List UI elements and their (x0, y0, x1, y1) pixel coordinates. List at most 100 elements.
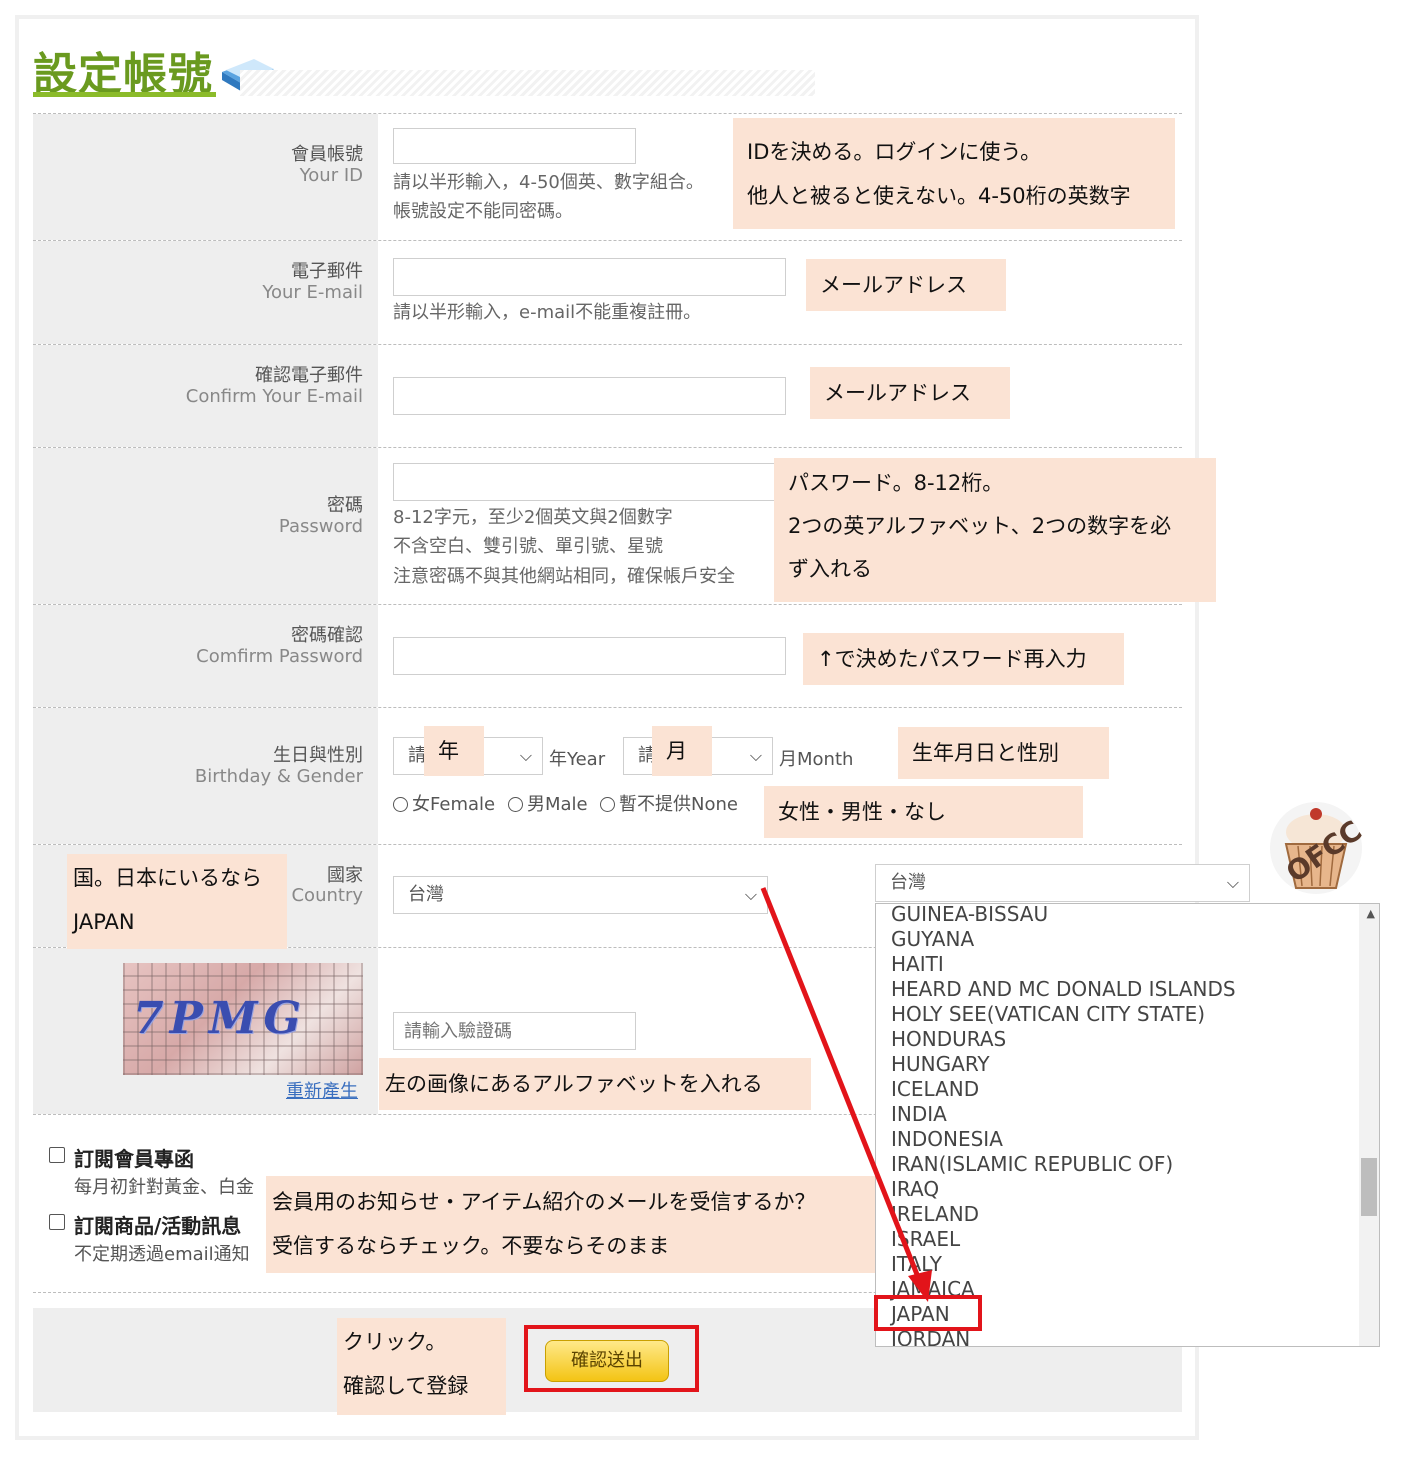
confirm-password-label: 密碼確認 (291, 625, 363, 646)
country-annotation-line: JAPAN (73, 910, 135, 934)
dropdown-option[interactable]: HONDURAS (891, 1027, 1006, 1051)
gender-none-option[interactable]: 暫不提供None (600, 790, 738, 816)
country-select[interactable]: 台灣 ⌵ (393, 876, 768, 914)
gender-none-label: 暫不提供None (619, 794, 738, 815)
confirm-email-input[interactable] (393, 377, 786, 415)
dropdown-option[interactable]: GUYANA (891, 927, 974, 951)
country-annotation: 国。日本にいるなら JAPAN (67, 854, 287, 949)
country-annotation-line: 国。日本にいるなら (73, 866, 262, 890)
captcha-image: 7PMG (123, 963, 363, 1075)
password-hint-3: 注意密碼不與其他網站相同，確保帳戶安全 (393, 566, 735, 587)
password-hint-2: 不含空白、雙引號、單引號、星號 (393, 536, 663, 557)
title-stripe (240, 70, 815, 96)
dropdown-option[interactable]: INDONESIA (891, 1127, 1003, 1151)
submit-annotation-line: 確認して登録 (343, 1374, 469, 1398)
password-label: 密碼 (327, 495, 363, 516)
newsletter-checkbox-box[interactable] (49, 1147, 65, 1163)
promotions-desc: 不定期透過email通知 (74, 1244, 250, 1265)
confirm-email-label: 確認電子郵件 (255, 365, 363, 386)
captcha-image-text: 7PMG (133, 993, 307, 1044)
radio-female[interactable] (393, 797, 408, 812)
scroll-up-arrow-icon[interactable]: ▲ (1367, 907, 1375, 920)
password-input[interactable] (393, 463, 786, 501)
chevron-down-icon: ⌵ (744, 885, 757, 904)
country-select-value: 台灣 (408, 884, 444, 905)
id-annotation-line: IDを決める。ログインに使う。 (747, 140, 1042, 164)
dropdown-option[interactable]: ITALY (891, 1252, 942, 1276)
title-underline (33, 92, 216, 97)
email-label-en: Your E-mail (262, 282, 363, 303)
japan-highlight-box (874, 1295, 982, 1331)
gender-male-label: 男Male (527, 794, 588, 815)
country-dropdown-select[interactable]: 台灣 ⌵ (875, 864, 1250, 902)
promotions-checkbox[interactable] (49, 1213, 65, 1232)
confirm-password-annotation: ↑で決めたパスワード再入力 (803, 633, 1124, 685)
country-dropdown-list[interactable]: GUINEA-BISSAU GUYANA HAITI HEARD AND MC … (875, 903, 1380, 1347)
subscription-annotation-line: 受信するならチェック。不要ならそのまま (272, 1234, 670, 1258)
confirm-password-label-en: Comfirm Password (196, 646, 363, 667)
password-hint: 8-12字元，至少2個英文與2個數字 (393, 507, 673, 528)
year-annotation: 年 (424, 726, 484, 776)
country-label: 國家 (327, 865, 363, 886)
radio-male[interactable] (508, 797, 523, 812)
id-hint: 請以半形輸入，4-50個英、數字組合。 (393, 172, 704, 193)
gender-female-label: 女Female (412, 794, 496, 815)
dropdown-option[interactable]: HEARD AND MC DONALD ISLANDS (891, 977, 1236, 1001)
dropdown-option[interactable]: ISRAEL (891, 1227, 960, 1251)
dropdown-option[interactable]: HOLY SEE(VATICAN CITY STATE) (891, 1002, 1205, 1026)
confirm-email-label-en: Confirm Your E-mail (185, 386, 363, 407)
submit-highlight-box (524, 1325, 699, 1392)
password-annotation-line: パスワード。8-12桁。 (788, 471, 1004, 495)
email-input[interactable] (393, 258, 786, 296)
password-annotation-line: 2つの英アルファベット、2つの数字を必 (788, 514, 1172, 538)
id-annotation: IDを決める。ログインに使う。 他人と被ると使えない。4-50桁の英数字 (733, 118, 1175, 229)
dropdown-option[interactable]: IRAN(ISLAMIC REPUBLIC OF) (891, 1152, 1173, 1176)
id-label: 會員帳號 (291, 144, 363, 165)
radio-none[interactable] (600, 797, 615, 812)
password-annotation-line: ず入れる (788, 557, 872, 581)
newsletter-checkbox[interactable] (49, 1146, 65, 1165)
dropdown-scrollbar[interactable]: ▲ (1359, 904, 1379, 1346)
id-annotation-line: 他人と被ると使えない。4-50桁の英数字 (747, 184, 1131, 208)
captcha-regenerate-link[interactable]: 重新產生 (286, 1077, 358, 1103)
captcha-input[interactable] (393, 1012, 636, 1050)
password-label-en: Password (278, 516, 363, 537)
subscription-annotation-line: 会員用のお知らせ・アイテム紹介のメールを受信するか？ (272, 1190, 816, 1214)
scrollbar-thumb[interactable] (1361, 1158, 1377, 1216)
chevron-down-icon: ⌵ (1226, 873, 1239, 892)
dropdown-option[interactable]: INDIA (891, 1102, 947, 1126)
promotions-title: 訂閱商品/活動訊息 (74, 1214, 242, 1238)
id-label-en: Your ID (299, 165, 363, 186)
email-annotation: メールアドレス (806, 259, 1006, 311)
dropdown-option[interactable]: IRAQ (891, 1177, 939, 1201)
email-hint: 請以半形輸入，e-mail不能重複註冊。 (393, 302, 702, 323)
birth-year-suffix: 年Year (549, 749, 606, 770)
promotions-checkbox-box[interactable] (49, 1214, 65, 1230)
month-annotation: 月 (652, 726, 712, 776)
birth-month-suffix: 月Month (779, 749, 854, 770)
email-label: 電子郵件 (291, 261, 363, 282)
gender-female-option[interactable]: 女Female (393, 790, 495, 816)
submit-annotation: クリック。 確認して登録 (337, 1318, 506, 1415)
captcha-annotation: 左の画像にあるアルファベットを入れる (379, 1058, 811, 1110)
chevron-down-icon: ⌵ (749, 746, 762, 765)
birthday-label: 生日與性別 (273, 745, 363, 766)
chevron-down-icon: ⌵ (519, 746, 532, 765)
birthday-annotation: 生年月日と性別 (898, 727, 1109, 779)
submit-annotation-line: クリック。 (343, 1330, 447, 1354)
subscription-annotation: 会員用のお知らせ・アイテム紹介のメールを受信するか？ 受信するならチェック。不要… (266, 1176, 876, 1273)
dropdown-option[interactable]: HUNGARY (891, 1052, 990, 1076)
id-input[interactable] (393, 128, 636, 164)
gender-male-option[interactable]: 男Male (508, 790, 588, 816)
dropdown-option[interactable]: ICELAND (891, 1077, 979, 1101)
country-dropdown-value: 台灣 (890, 872, 926, 893)
dropdown-option[interactable]: HAITI (891, 952, 944, 976)
dropdown-option[interactable]: GUINEA-BISSAU (891, 904, 1048, 926)
id-hint-2: 帳號設定不能同密碼。 (393, 201, 573, 222)
confirm-password-input[interactable] (393, 637, 786, 675)
country-label-en: Country (291, 885, 363, 906)
confirm-email-annotation: メールアドレス (810, 367, 1010, 419)
dropdown-option[interactable]: IRELAND (891, 1202, 979, 1226)
newsletter-title: 訂閱會員專函 (74, 1147, 194, 1171)
birthday-label-en: Birthday & Gender (194, 766, 363, 787)
